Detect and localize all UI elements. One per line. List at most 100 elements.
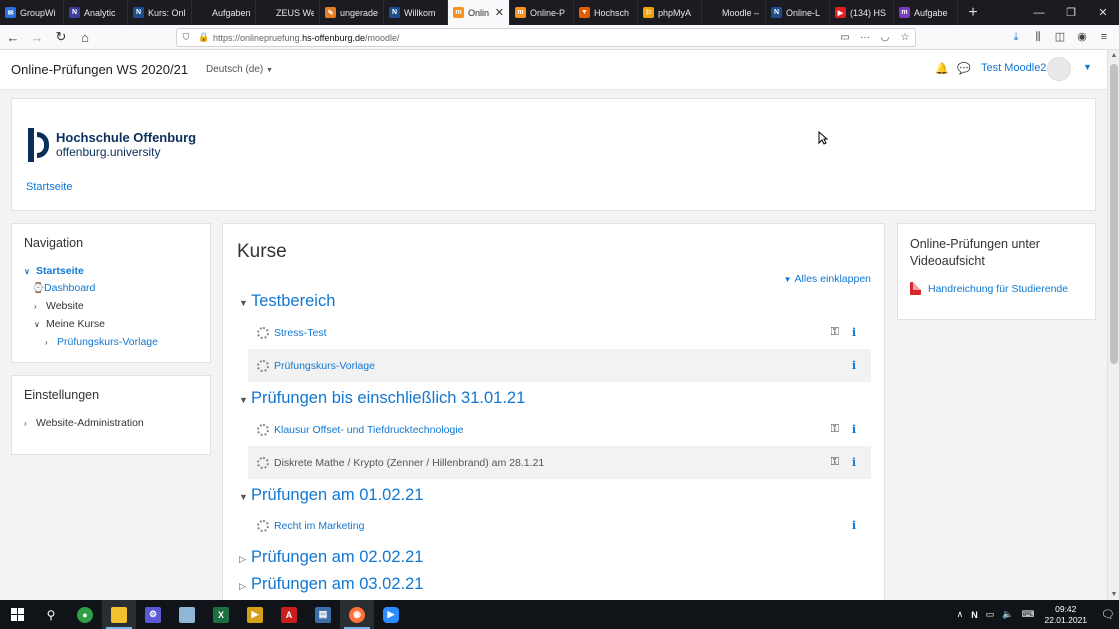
course-row[interactable]: Stress-Test ⚿ i [248,316,871,349]
nav-item-website[interactable]: › Website [34,300,84,312]
search-button[interactable]: ⚲ [34,600,68,629]
system-clock[interactable]: 09:42 22.01.2021 [1044,604,1087,626]
notifications-bell-icon[interactable]: 🔔 [935,62,949,75]
course-link[interactable]: Klausur Offset- und Tiefdrucktechnologie [274,424,464,436]
messages-icon[interactable]: 💬 [957,62,971,75]
course-link[interactable]: Diskrete Mathe / Krypto (Zenner / Hillen… [274,457,544,469]
info-icon[interactable]: i [849,423,859,436]
browser-tab[interactable]: m Online-P [510,0,574,25]
taskbar-media[interactable]: ▶ [238,600,272,629]
sidebar-icon[interactable]: ◫ [1049,28,1071,47]
bookmark-star-icon[interactable]: ☆ [895,32,915,43]
category-pruefungen-bis-31-01[interactable]: ▼ Prüfungen bis einschließlich 31.01.21 [239,389,525,408]
browser-tab[interactable]: N Willkom [384,0,448,25]
browser-tab[interactable]: N Online-L [766,0,830,25]
restore-icon[interactable]: ❐ [1055,0,1087,25]
settings-item-website-administration[interactable]: › Website-Administration [24,417,144,429]
scrollbar-thumb[interactable] [1110,64,1118,364]
site-name[interactable]: Online-Prüfungen WS 2020/21 [11,62,188,77]
user-name[interactable]: Test Moodle2 [981,62,1046,74]
info-icon[interactable]: i [849,456,859,469]
key-icon[interactable]: ⚿ [831,423,839,436]
new-tab-button[interactable]: + [958,0,988,25]
course-row[interactable]: Klausur Offset- und Tiefdrucktechnologie… [248,413,871,446]
account-icon[interactable]: ◉ [1071,28,1093,47]
start-button[interactable] [0,600,34,629]
pocket-icon[interactable]: ◡ [875,32,895,43]
shield-icon[interactable]: ⛉ [177,32,195,43]
browser-tab[interactable]: ▶ (134) HS [830,0,894,25]
minimize-icon[interactable]: — [1023,0,1055,25]
scroll-down-icon[interactable]: ▼ [1108,591,1119,598]
category-pruefungen-01-02[interactable]: ▼ Prüfungen am 01.02.21 [239,486,423,505]
reader-view-icon[interactable]: ▭ [835,32,855,43]
browser-tab[interactable]: m Aufgabe [894,0,958,25]
collapse-all-link[interactable]: ▼ Alles einklappen [784,273,871,285]
taskbar-tool[interactable]: ▤ [306,600,340,629]
browser-tab[interactable]: ▼ Hochsch [574,0,638,25]
browser-tab[interactable]: ⚐ phpMyA [638,0,702,25]
category-testbereich[interactable]: ▼ Testbereich [239,292,335,311]
taskbar-acrobat[interactable]: A [272,600,306,629]
volume-icon[interactable]: 🔈 [1002,609,1013,620]
taskbar-zoom[interactable]: ▶ [374,600,408,629]
page-scrollbar[interactable]: ▲ ▼ [1107,50,1119,600]
key-icon[interactable]: ⚿ [831,456,839,469]
battery-icon[interactable]: ▭ [986,609,995,620]
nav-item-pruefungskurs-vorlage[interactable]: › Prüfungskurs-Vorlage [45,336,158,348]
taskbar-excel[interactable]: X [204,600,238,629]
library-icon[interactable]: ⫼ [1027,28,1049,47]
menu-icon[interactable]: ≡ [1093,28,1115,47]
address-bar[interactable]: ⛉ 🔒 https://onlinepruefung. hs-offenburg.… [176,28,916,47]
tab-close-icon[interactable]: ✕ [495,6,504,19]
user-menu-caret-icon[interactable]: ▼ [1083,62,1092,72]
course-row[interactable]: Diskrete Mathe / Krypto (Zenner / Hillen… [248,446,871,479]
keyboard-icon[interactable]: ⌨ [1021,609,1034,620]
tray-chevron-icon[interactable]: ∧ [957,609,964,620]
browser-tab[interactable]: ✉ GroupWi [0,0,64,25]
browser-tab[interactable]: ZEUS WebSe [256,0,320,25]
category-pruefungen-02-02[interactable]: ▷ Prüfungen am 02.02.21 [239,548,423,567]
key-icon[interactable]: ⚿ [831,326,839,339]
course-row[interactable]: Prüfungskurs-Vorlage i [248,349,871,382]
avatar[interactable] [1047,57,1071,81]
home-icon[interactable]: ⌂ [74,26,96,48]
course-link[interactable]: Stress-Test [274,327,327,339]
onenote-icon[interactable]: N [971,610,978,620]
browser-tab[interactable]: ✎ ungerade [320,0,384,25]
course-link[interactable]: Prüfungskurs-Vorlage [274,360,375,372]
taskbar-explorer[interactable] [102,600,136,629]
taskbar-app[interactable]: ⚙ [136,600,170,629]
download-icon[interactable]: ⤓ [1005,28,1027,47]
course-link[interactable]: Recht im Marketing [274,520,364,532]
nav-item-startseite[interactable]: ∨ Startseite [24,265,84,277]
handout-link[interactable]: Handreichung für Studierende [910,282,1068,295]
nav-item-meine-kurse[interactable]: ∨ Meine Kurse [34,318,105,330]
scroll-up-icon[interactable]: ▲ [1108,52,1119,59]
lock-icon[interactable]: 🔒 [195,32,213,43]
course-actions: i [849,519,859,532]
language-menu[interactable]: Deutsch (de) ▼ [206,64,273,75]
taskbar-chrome[interactable]: ● [68,600,102,629]
nav-item-dashboard[interactable]: ⌚Dashboard [32,282,95,294]
breadcrumb-home-link[interactable]: Startseite [26,181,72,193]
forward-icon[interactable]: → [26,26,48,48]
close-window-icon[interactable]: ✕ [1087,0,1119,25]
category-pruefungen-03-02[interactable]: ▷ Prüfungen am 03.02.21 [239,575,423,594]
page-actions-icon[interactable]: ··· [855,32,875,43]
university-logo[interactable]: Hochschule Offenburg offenburg.universit… [28,128,196,162]
back-icon[interactable]: ← [2,26,24,48]
info-icon[interactable]: i [849,326,859,339]
browser-tab[interactable]: Moodle – IZ [702,0,766,25]
info-icon[interactable]: i [849,359,859,372]
course-row[interactable]: Recht im Marketing i [248,509,871,542]
browser-tab[interactable]: N Analytic [64,0,128,25]
browser-tab[interactable]: m Onlin ✕ [448,0,510,25]
taskbar-firefox[interactable]: ◉ [340,600,374,629]
taskbar-notepad[interactable] [170,600,204,629]
notification-center-icon[interactable]: 🗨 [1101,608,1115,621]
browser-tab[interactable]: Aufgabenab [192,0,256,25]
reload-icon[interactable]: ↻ [50,26,72,48]
browser-tab[interactable]: N Kurs: Onl [128,0,192,25]
info-icon[interactable]: i [849,519,859,532]
